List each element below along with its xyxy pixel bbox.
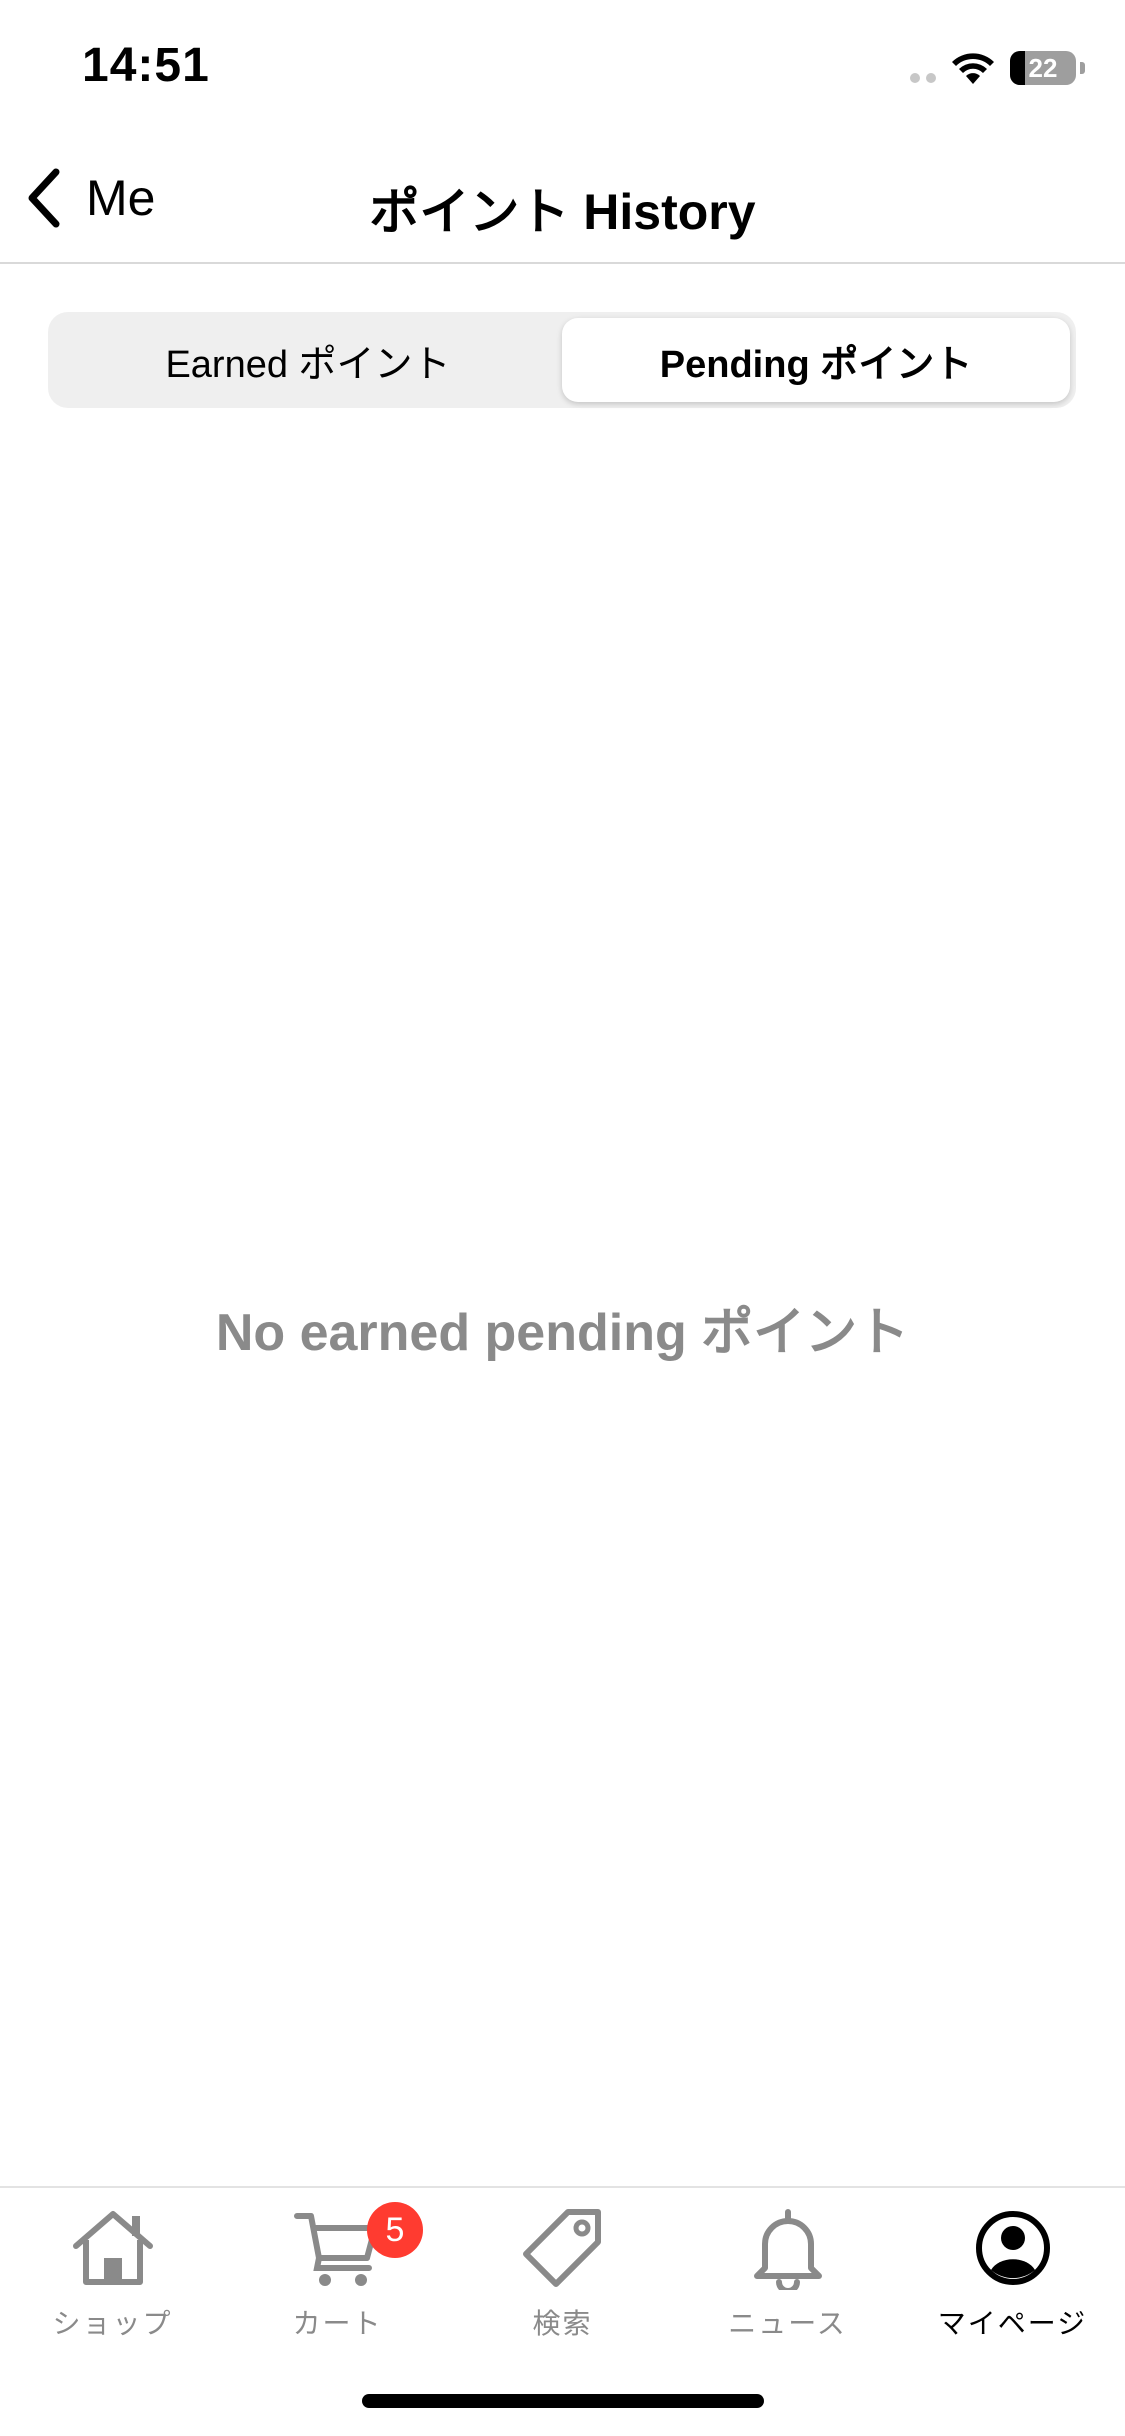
tab-shop[interactable]: ショップ	[0, 2188, 225, 2436]
tab-shop-label: ショップ	[52, 2308, 173, 2339]
status-icons: 22	[910, 48, 1085, 88]
tab-news-label: ニュース	[728, 2308, 847, 2339]
status-bar: 14:51 22	[0, 0, 1125, 132]
tab-search-label: 検索	[532, 2308, 593, 2339]
page-title: ポイント History	[369, 184, 756, 240]
tag-icon	[522, 2209, 601, 2287]
tab-cart-label: カート	[292, 2308, 383, 2339]
home-indicator[interactable]	[362, 2394, 764, 2408]
person-circle-icon	[975, 2211, 1050, 2285]
navigation-bar: Me ポイント History	[0, 132, 1125, 264]
points-segmented-control: Earned ポイント Pending ポイント	[48, 312, 1076, 408]
segment-pending-points[interactable]: Pending ポイント	[562, 318, 1070, 402]
tab-mypage[interactable]: マイページ	[900, 2188, 1125, 2436]
cart-badge: 5	[367, 2202, 423, 2258]
battery-tip	[1080, 62, 1085, 74]
status-time: 14:51	[82, 39, 210, 92]
cellular-signal-icon	[910, 53, 936, 83]
tab-mypage-label: マイページ	[937, 2308, 1088, 2339]
bell-icon	[753, 2209, 822, 2290]
segment-earned-points[interactable]: Earned ポイント	[54, 318, 562, 402]
empty-state-message: No earned pending ポイント	[215, 1304, 910, 1362]
house-icon	[72, 2211, 153, 2285]
wifi-icon	[952, 53, 994, 84]
battery-icon: 22	[1010, 51, 1076, 85]
battery-level: 22	[1028, 52, 1058, 83]
